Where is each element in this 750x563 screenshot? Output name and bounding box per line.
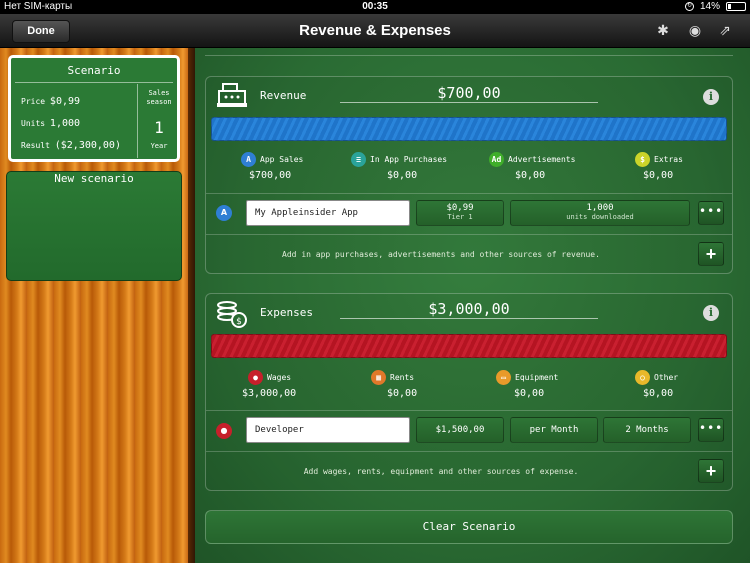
revenue-category[interactable]: A App Sales $700,00 — [241, 152, 361, 181]
category-value: $0,00 — [387, 170, 418, 181]
info-circle-icon[interactable]: ◉ — [686, 22, 704, 40]
expense-category[interactable]: ▭ Equipment $0,00 — [496, 370, 616, 399]
category-value: $0,00 — [643, 170, 674, 181]
result-label: Result — [21, 141, 50, 150]
season-value: 1 — [154, 118, 164, 137]
category-label: Advertisements — [508, 155, 576, 164]
app-store-icon: A — [241, 152, 256, 167]
season-unit: Year — [150, 142, 168, 150]
revenue-category[interactable]: $ Extras $0,00 — [635, 152, 750, 181]
person-icon: ● — [248, 370, 263, 385]
expense-amount-button[interactable]: $1,500,00 — [416, 417, 504, 443]
expense-duration-button[interactable]: 2 Months — [603, 417, 691, 443]
share-icon[interactable]: ⇗ — [716, 22, 734, 40]
tier-label: Tier 1 — [447, 213, 473, 221]
revenue-info-icon[interactable]: i — [703, 89, 719, 105]
result-value: ($2,300,00) — [54, 140, 121, 151]
app-store-icon: A — [216, 205, 232, 221]
category-value: $700,00 — [249, 170, 292, 181]
ad-icon: Ad — [489, 152, 504, 167]
scenario-card[interactable]: Scenario Price $0,99 Units 1,000 Result … — [8, 55, 180, 162]
expense-item-more-button[interactable]: ••• — [698, 418, 724, 442]
revenue-category[interactable]: ≡ In App Purchases $0,00 — [351, 152, 471, 181]
navigation-bar: Done Revenue & Expenses ✱ ◉ ⇗ — [0, 14, 750, 48]
price-value: $0,99 — [49, 96, 81, 107]
expenses-total: $3,000,00 — [340, 300, 598, 319]
category-label: Wages — [267, 373, 292, 382]
revenue-category[interactable]: Ad Advertisements $0,00 — [489, 152, 609, 181]
expenses-hint: Add wages, rents, equipment and other so… — [303, 467, 579, 476]
season-label: Sales season — [146, 89, 172, 106]
units-value: 1,000 — [49, 118, 81, 129]
svg-text:$: $ — [236, 317, 242, 327]
expense-period-button[interactable]: per Month — [510, 417, 598, 443]
revenue-label: Revenue — [260, 89, 307, 102]
expense-category[interactable]: ○ Other $0,00 — [635, 370, 750, 399]
category-label: Other — [654, 373, 679, 382]
expenses-bar — [211, 334, 727, 358]
category-label: Rents — [390, 373, 415, 382]
units-label: Units — [21, 119, 46, 128]
equipment-icon: ▭ — [496, 370, 511, 385]
revenue-item-name-input[interactable]: My Appleinsider App — [246, 200, 410, 226]
bug-icon[interactable]: ✱ — [654, 22, 672, 40]
category-label: Equipment — [515, 373, 559, 382]
building-icon: ▦ — [371, 370, 386, 385]
scenario-title: Scenario — [67, 64, 121, 77]
price-value: $0,99 — [446, 203, 474, 213]
person-icon: ● — [216, 423, 232, 439]
expense-category[interactable]: ● Wages $3,000,00 — [242, 370, 368, 399]
revenue-total: $700,00 — [340, 84, 598, 103]
cash-register-icon — [214, 81, 250, 111]
rotation-lock-icon: ↻ — [684, 2, 694, 11]
units-value: 1,000 — [586, 203, 614, 213]
add-revenue-button[interactable]: + — [698, 242, 724, 266]
expense-category[interactable]: ▦ Rents $0,00 — [371, 370, 491, 399]
category-label: Extras — [654, 155, 683, 164]
clock: 00:35 — [362, 1, 388, 12]
units-sublabel: units downloaded — [566, 213, 634, 221]
status-bar: Нет SIM-карты 00:35 ↻ 14% — [0, 0, 750, 14]
coins-stack-icon: ≡ — [351, 152, 366, 167]
revenue-item-price-button[interactable]: $0,99 Tier 1 — [416, 200, 504, 226]
revenue-item-units-button[interactable]: 1,000 units downloaded — [510, 200, 690, 226]
expenses-info-icon[interactable]: i — [703, 305, 719, 321]
add-expense-button[interactable]: + — [698, 459, 724, 483]
revenue-hint: Add in app purchases, advertisements and… — [282, 250, 600, 259]
revenue-bar — [211, 117, 727, 141]
category-value: $3,000,00 — [242, 388, 297, 399]
coins-icon: $ — [214, 299, 250, 329]
category-value: $0,00 — [643, 388, 674, 399]
revenue-item-more-button[interactable]: ••• — [698, 201, 724, 225]
other-icon: ○ — [635, 370, 650, 385]
category-value: $0,00 — [387, 388, 418, 399]
expense-item-name-input[interactable]: Developer — [246, 417, 410, 443]
category-value: $0,00 — [515, 170, 546, 181]
category-label: App Sales — [260, 155, 304, 164]
battery-icon — [726, 2, 746, 11]
battery-percent: 14% — [699, 1, 720, 12]
page-title: Revenue & Expenses — [299, 22, 451, 39]
category-label: In App Purchases — [370, 155, 448, 164]
clear-scenario-button[interactable]: Clear Scenario — [205, 510, 733, 544]
expenses-label: Expenses — [260, 306, 313, 319]
piggy-bank-icon: $ — [635, 152, 650, 167]
new-scenario-button[interactable]: New scenario — [6, 171, 182, 281]
category-value: $0,00 — [514, 388, 545, 399]
price-label: Price — [21, 97, 46, 106]
